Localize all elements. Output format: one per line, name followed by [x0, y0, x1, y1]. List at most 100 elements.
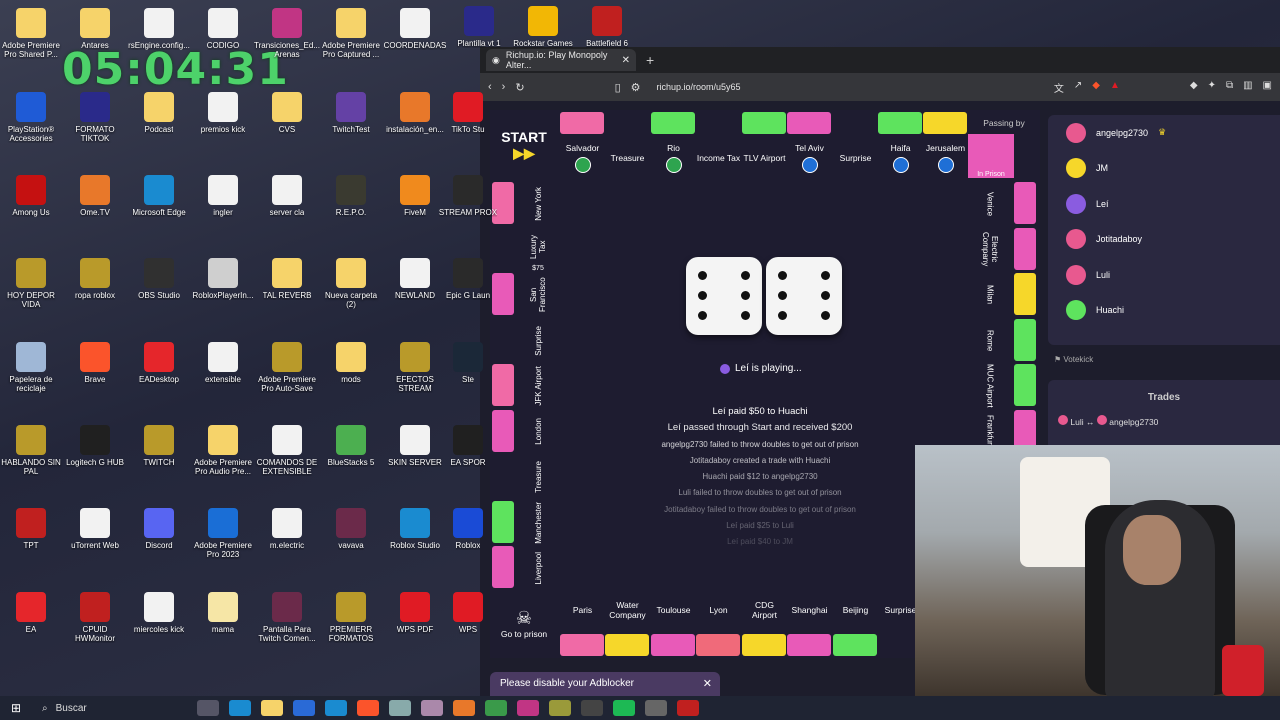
board-space-paris[interactable]: Paris — [560, 588, 605, 632]
desktop-icon[interactable]: Roblox — [436, 508, 500, 550]
desktop-icon[interactable]: Transiciones_Ed... Arenas — [254, 8, 320, 59]
address-bar[interactable]: richup.io/room/u5y65 — [657, 82, 741, 92]
board-space-salvador[interactable]: Salvador — [560, 136, 605, 180]
player-row[interactable]: Leí — [1048, 186, 1280, 222]
desktop-icon[interactable]: server cla — [255, 175, 319, 217]
board-space-jerusalem[interactable]: Jerusalem — [923, 136, 968, 180]
desktop-icon[interactable]: extensible — [191, 342, 255, 384]
windows-start-icon[interactable]: ⊞ — [0, 701, 32, 715]
desktop-icon[interactable]: Papelera de reciclaje — [0, 342, 63, 393]
board-space-london[interactable]: London — [516, 410, 560, 454]
desktop-icon[interactable]: Adobe Premiere Pro Captured ... — [319, 8, 383, 59]
file-explorer-icon[interactable] — [261, 700, 283, 716]
chrome-icon[interactable] — [485, 700, 507, 716]
desktop-icon[interactable]: TPT — [0, 508, 63, 550]
app-icon[interactable] — [421, 700, 443, 716]
forward-icon[interactable]: › — [502, 81, 506, 93]
desktop-icon[interactable]: Nueva carpeta (2) — [319, 258, 383, 309]
desktop-icon[interactable]: Ome.TV — [63, 175, 127, 217]
desktop-icon[interactable]: HOY DEPOR VIDA — [0, 258, 63, 309]
desktop-icon[interactable]: vavava — [319, 508, 383, 550]
desktop-icon[interactable]: BlueStacks 5 — [319, 425, 383, 467]
app-icon[interactable] — [453, 700, 475, 716]
desktop-icon[interactable]: STREAM PROX — [436, 175, 500, 217]
desktop-icon[interactable]: Epic G Laun — [436, 258, 500, 300]
desktop-icon[interactable]: CODIGO — [191, 8, 255, 50]
close-icon[interactable]: ✕ — [703, 677, 712, 690]
app-icon[interactable] — [645, 700, 667, 716]
brave-icon[interactable] — [357, 700, 379, 716]
board-space-treasure[interactable]: Treasure — [605, 136, 650, 180]
desktop-icon[interactable]: Podcast — [127, 92, 191, 134]
app-icon[interactable] — [677, 700, 699, 716]
board-space-surprise[interactable]: Surprise — [516, 319, 560, 363]
sidebar-icon[interactable]: ▥ — [1243, 80, 1252, 95]
desktop-icon[interactable]: ropa roblox — [63, 258, 127, 300]
spotify-icon[interactable] — [613, 700, 635, 716]
desktop-icon[interactable]: uTorrent Web — [63, 508, 127, 550]
translate-icon[interactable]: 文 — [1054, 80, 1064, 95]
board-space-income-tax[interactable]: Income Tax — [696, 136, 741, 180]
store-icon[interactable] — [293, 700, 315, 716]
desktop-icon[interactable]: COMANDOS DE EXTENSIBLE — [255, 425, 319, 476]
desktop-icon[interactable]: m.electric — [255, 508, 319, 550]
desktop-icon[interactable]: Logitech G HUB — [63, 425, 127, 467]
wallet-icon[interactable]: ▣ — [1263, 80, 1272, 95]
board-space-milan[interactable]: Milan — [968, 273, 1012, 317]
board-space-liverpool[interactable]: Liverpool — [516, 546, 560, 590]
brave-shield-icon[interactable]: ◆ — [1092, 80, 1100, 95]
edge-icon[interactable] — [229, 700, 251, 716]
desktop-icon[interactable]: CPUID HWMonitor — [63, 592, 127, 643]
desktop-icon[interactable]: Adobe Premiere Pro Audio Pre... — [191, 425, 255, 476]
board-space-lyon[interactable]: Lyon — [696, 588, 741, 632]
player-row[interactable]: Luli — [1048, 257, 1280, 293]
desktop-icon[interactable]: rsEngine.config... — [127, 8, 191, 50]
board-space-rome[interactable]: Rome — [968, 319, 1012, 363]
app-icon[interactable] — [389, 700, 411, 716]
desktop-icon[interactable]: TWITCH — [127, 425, 191, 467]
browser-tab[interactable]: ◉ Richup.io: Play Monopoly Alter... ✕ — [486, 49, 636, 71]
desktop-icon[interactable]: FORMATO TIKTOK — [63, 92, 127, 143]
board-space-surprise[interactable]: Surprise — [833, 136, 878, 180]
brave-rewards-icon[interactable]: ▲ — [1110, 80, 1120, 95]
player-row[interactable]: angelpg2730 ♛ — [1048, 115, 1280, 151]
new-tab-button[interactable]: + — [646, 52, 654, 68]
board-space-beijing[interactable]: Beijing — [833, 588, 878, 632]
desktop-icon[interactable]: RobloxPlayerIn... — [191, 258, 255, 300]
go-to-prison-corner[interactable]: ☠ Go to prison — [490, 588, 558, 658]
desktop-icon[interactable]: Plantilla vt 1 — [447, 6, 511, 48]
mail-icon[interactable] — [325, 700, 347, 716]
board-space-haifa[interactable]: Haifa — [878, 136, 923, 180]
board-space-shanghai[interactable]: Shanghai — [787, 588, 832, 632]
board-space-jfk-airport[interactable]: JFK Airport — [516, 364, 560, 408]
board-space-muc-airport[interactable]: MUC Airport — [968, 364, 1012, 408]
desktop-icon[interactable]: Among Us — [0, 175, 63, 217]
task-view-icon[interactable] — [197, 700, 219, 716]
desktop-icon[interactable]: Microsoft Edge — [127, 175, 191, 217]
board-space-manchester[interactable]: Manchester — [516, 501, 560, 545]
extensions-icon[interactable]: ✦ — [1208, 80, 1216, 95]
player-row[interactable]: Huachi — [1048, 293, 1280, 329]
desktop-icon[interactable]: Pantalla Para Twitch Comen... — [255, 592, 319, 643]
desktop-icon[interactable]: EA — [0, 592, 63, 634]
desktop-icon[interactable]: PlayStation® Accessories — [0, 92, 63, 143]
desktop-icon[interactable]: miercoles kick — [127, 592, 191, 634]
desktop-icon[interactable]: TwitchTest — [319, 92, 383, 134]
board-space-toulouse[interactable]: Toulouse — [651, 588, 696, 632]
desktop-icon[interactable]: Rockstar Games — [511, 6, 575, 48]
desktop-icon[interactable]: TikTo Stu — [436, 92, 500, 134]
board-space-tlv-airport[interactable]: TLV Airport — [742, 136, 787, 180]
desktop-icon[interactable]: R.E.P.O. — [319, 175, 383, 217]
share-icon[interactable]: ↗ — [1074, 80, 1082, 95]
desktop-icon[interactable]: Adobe Premiere Pro 2023 — [191, 508, 255, 559]
reload-icon[interactable]: ↻ — [515, 81, 524, 94]
desktop-icon[interactable]: OBS Studio — [127, 258, 191, 300]
desktop-icon[interactable]: WPS — [436, 592, 500, 634]
taskbar-search[interactable]: ⌕ Buscar — [32, 698, 192, 718]
board-space-electric-company[interactable]: Electric Company — [968, 228, 1012, 272]
desktop-icon[interactable]: mods — [319, 342, 383, 384]
app-icon[interactable] — [549, 700, 571, 716]
board-space-san-francisco[interactable]: San Francisco — [516, 273, 560, 317]
desktop-icon[interactable]: Ste — [436, 342, 500, 384]
board-space-venice[interactable]: Venice — [968, 182, 1012, 226]
